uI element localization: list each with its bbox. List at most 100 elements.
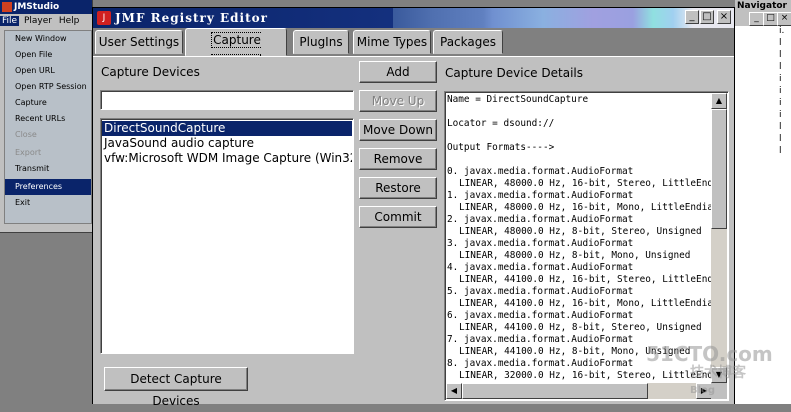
close-button[interactable]: × — [717, 10, 731, 24]
details-name-line: Name = DirectSoundCapture — [447, 94, 589, 105]
format-class-line: 3. javax.media.format.AudioFormat — [447, 238, 711, 250]
format-class: javax.media.format.AudioFormat — [463, 310, 634, 321]
tree-node[interactable]: i — [735, 86, 791, 98]
format-class: javax.media.format.AudioFormat — [463, 358, 634, 369]
dialog-titlebar[interactable]: J JMF Registry Editor _ □ × — [93, 8, 734, 28]
tab-capture-devices[interactable]: Capture Devices — [185, 28, 287, 70]
menu-item-open-file[interactable]: Open File — [5, 47, 91, 63]
format-description: LINEAR, 44100.0 Hz, 16-bit, Mono, Little… — [459, 298, 711, 309]
list-item[interactable]: JavaSound audio capture — [102, 136, 352, 151]
menu-player[interactable]: Player — [22, 16, 54, 26]
navigator-maximize-button[interactable]: □ — [763, 12, 778, 26]
format-index: 0. — [447, 166, 459, 177]
capture-devices-label: Capture Devices — [101, 65, 200, 79]
tree-node[interactable]: l — [735, 134, 791, 146]
tab-user-settings[interactable]: User Settings — [95, 30, 183, 54]
add-button[interactable]: Add — [359, 61, 437, 83]
tab-plugins[interactable]: PlugIns — [293, 30, 349, 54]
dialog-title: JMF Registry Editor — [115, 11, 268, 25]
remove-button[interactable]: Remove — [359, 148, 437, 170]
format-index: 3. — [447, 238, 459, 249]
move-down-button[interactable]: Move Down — [359, 119, 437, 141]
horizontal-scroll-thumb[interactable] — [462, 383, 648, 399]
format-class: javax.media.format.AudioFormat — [463, 262, 634, 273]
menu-item-preferences[interactable]: Preferences — [5, 179, 91, 195]
format-index: 5. — [447, 286, 459, 297]
watermark-tag: Blog — [690, 385, 716, 396]
capture-devices-panel: Capture Devices DirectSoundCapture JavaS… — [93, 56, 773, 408]
navigator-title: Navigator — [735, 0, 791, 12]
restore-button[interactable]: Restore — [359, 177, 437, 199]
jmf-registry-editor-dialog: J JMF Registry Editor _ □ × User Setting… — [92, 7, 773, 408]
detect-capture-devices-button[interactable]: Detect Capture Devices — [104, 367, 248, 408]
navigator-minimize-button[interactable]: _ — [749, 12, 764, 26]
list-item[interactable]: vfw:Microsoft WDM Image Capture (Win32):… — [102, 151, 352, 166]
format-class-line: 1. javax.media.format.AudioFormat — [447, 190, 711, 202]
device-details-text: Name = DirectSoundCapture Locator = dsoun… — [447, 94, 711, 380]
menu-item-open-url[interactable]: Open URL — [5, 63, 91, 79]
format-index: 2. — [447, 214, 459, 225]
jmstudio-titlebar: JMStudio — [0, 0, 92, 14]
tree-node[interactable]: l — [735, 146, 791, 158]
format-description: LINEAR, 48000.0 Hz, 16-bit, Mono, Little… — [459, 202, 711, 213]
format-class: javax.media.format.AudioFormat — [463, 286, 634, 297]
move-up-button: Move Up — [359, 90, 437, 112]
menu-item-close: Close — [15, 130, 37, 139]
tree-node[interactable]: i — [735, 110, 791, 122]
menu-file[interactable]: File — [0, 16, 20, 26]
format-class-line: 2. javax.media.format.AudioFormat — [447, 214, 711, 226]
format-class: javax.media.format.AudioFormat — [463, 334, 634, 345]
format-index: 6. — [447, 310, 459, 321]
capture-device-list[interactable]: DirectSoundCapture JavaSound audio captu… — [100, 118, 354, 354]
menu-item-new-window[interactable]: New Window — [5, 31, 91, 47]
scroll-left-arrow-icon[interactable]: ◀ — [446, 383, 462, 399]
menu-help[interactable]: Help — [57, 16, 82, 26]
tab-label: PlugIns — [299, 35, 343, 49]
minimize-button[interactable]: _ — [685, 10, 699, 24]
format-class-line: 5. javax.media.format.AudioFormat — [447, 286, 711, 298]
format-class-line: 0. javax.media.format.AudioFormat — [447, 166, 711, 178]
commit-button[interactable]: Commit — [359, 206, 437, 228]
device-name-input[interactable] — [100, 90, 354, 110]
tab-label: Packages — [440, 35, 496, 49]
jmstudio-app-icon — [2, 2, 12, 12]
tree-node[interactable]: l — [735, 50, 791, 62]
format-index: 4. — [447, 262, 459, 273]
tree-node[interactable]: l — [735, 38, 791, 50]
format-description: LINEAR, 48000.0 Hz, 8-bit, Mono, Unsigne… — [459, 250, 691, 261]
vertical-scroll-thumb[interactable] — [711, 109, 727, 229]
tree-node[interactable]: i. — [735, 26, 791, 38]
format-description: LINEAR, 44100.0 Hz, 8-bit, Stereo, Unsig… — [459, 322, 702, 333]
format-index: 7. — [447, 334, 459, 345]
format-description: LINEAR, 48000.0 Hz, 8-bit, Stereo, Unsig… — [459, 226, 702, 237]
format-class-line: 6. javax.media.format.AudioFormat — [447, 310, 711, 322]
details-vertical-scrollbar[interactable]: ▲ ▼ — [711, 93, 727, 383]
details-formats-header: Output Formats----> — [447, 142, 555, 153]
menu-item-open-rtp-session[interactable]: Open RTP Session — [5, 79, 91, 95]
menu-item-exit[interactable]: Exit — [5, 195, 91, 211]
format-class: javax.media.format.AudioFormat — [463, 214, 634, 225]
menu-item-capture[interactable]: Capture — [5, 95, 91, 111]
menu-item-transmit[interactable]: Transmit — [5, 161, 91, 177]
format-class: javax.media.format.AudioFormat — [463, 190, 634, 201]
watermark-sub: 技术博客 — [690, 365, 746, 381]
tab-packages[interactable]: Packages — [433, 30, 503, 54]
jmf-app-icon: J — [97, 11, 111, 25]
tree-node[interactable]: l — [735, 122, 791, 134]
tree-node[interactable]: i — [735, 98, 791, 110]
format-description: LINEAR, 48000.0 Hz, 16-bit, Stereo, Litt… — [459, 178, 711, 189]
menu-item-export: Export — [15, 148, 42, 157]
format-description: LINEAR, 44100.0 Hz, 16-bit, Stereo, Litt… — [459, 274, 711, 285]
tab-mime-types[interactable]: Mime Types — [353, 30, 431, 54]
scroll-up-arrow-icon[interactable]: ▲ — [711, 93, 727, 109]
details-locator-line: Locator = dsound:// — [447, 118, 555, 129]
format-index: 1. — [447, 190, 459, 201]
navigator-close-button[interactable]: × — [777, 12, 791, 26]
maximize-button[interactable]: □ — [700, 10, 714, 24]
menu-item-recent-urls[interactable]: Recent URLs — [5, 111, 91, 127]
tree-node[interactable]: l — [735, 62, 791, 74]
list-item[interactable]: DirectSoundCapture — [102, 121, 352, 136]
jmstudio-menubar: File Player Help — [0, 14, 92, 28]
tree-node[interactable]: i — [735, 74, 791, 86]
watermark: 51CTO.com 技术博客 Blog — [646, 343, 773, 399]
